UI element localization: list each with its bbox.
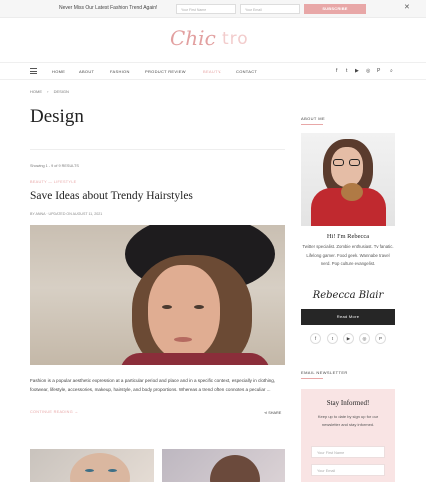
topbar-email-input[interactable]: Your Email bbox=[240, 4, 300, 14]
breadcrumb-home[interactable]: HOME bbox=[30, 89, 42, 94]
continue-reading-label: CONTINUE READING bbox=[30, 410, 73, 414]
topbar-first-name-input[interactable]: Your First Name bbox=[176, 4, 236, 14]
nav-item-product-review[interactable]: PRODUCT REVIEW bbox=[145, 69, 186, 74]
logo-text-tro: tro bbox=[222, 29, 249, 49]
continue-reading-link[interactable]: CONTINUE READING → bbox=[30, 410, 78, 414]
nav-item-fashion[interactable]: FASHION bbox=[110, 69, 130, 74]
breadcrumb: HOME › DESIGN bbox=[30, 89, 73, 94]
facebook-icon[interactable]: f bbox=[310, 333, 321, 344]
post-thumbnail[interactable] bbox=[162, 449, 285, 482]
post-featured-image[interactable] bbox=[30, 225, 285, 365]
results-count: Showing 1 - 9 of 9 RESULTS bbox=[30, 164, 79, 168]
twitter-icon[interactable]: t bbox=[346, 68, 347, 74]
share-button[interactable]: ⋖ SHARE bbox=[264, 410, 281, 415]
nav-item-contact[interactable]: CONTACT bbox=[236, 69, 257, 74]
breadcrumb-separator-icon: › bbox=[47, 89, 49, 94]
signature: Rebecca Blair bbox=[312, 290, 384, 301]
about-me-photo bbox=[301, 133, 395, 226]
title-divider bbox=[30, 149, 285, 150]
share-label: SHARE bbox=[268, 411, 282, 415]
youtube-icon[interactable]: ▶ bbox=[343, 333, 354, 344]
read-more-button[interactable]: Read More bbox=[301, 309, 395, 325]
about-me-heading: ABOUT ME bbox=[301, 116, 326, 121]
email-newsletter-heading: EMAIL NEWSLETTER bbox=[301, 370, 348, 375]
close-icon[interactable]: ✕ bbox=[404, 3, 410, 11]
newsletter-box: Stay Informed! Keep up to date by sign u… bbox=[301, 389, 395, 482]
about-bio: Twitter specialist. Zombie enthusiast. T… bbox=[302, 244, 394, 267]
topbar-message: Never Miss Our Latest Fashion Trend Agai… bbox=[59, 5, 158, 11]
logo-text-chic: Chic bbox=[170, 26, 216, 50]
about-greeting: Hi! I'm Rebecca bbox=[326, 233, 370, 240]
post-categories[interactable]: BEAUTY — LIFESTYLE bbox=[30, 180, 76, 184]
page-title: Design bbox=[30, 106, 84, 127]
post-meta: BY ANNA · UPDATED ON AUGUST 11, 2021 bbox=[30, 212, 103, 216]
search-icon[interactable]: ⌕ bbox=[390, 68, 393, 74]
newsletter-title: Stay Informed! bbox=[326, 399, 370, 407]
nav-item-about[interactable]: ABOUT bbox=[79, 69, 94, 74]
instagram-icon[interactable]: ◎ bbox=[359, 333, 370, 344]
chevron-down-icon: ⌄ bbox=[218, 69, 222, 74]
youtube-icon[interactable]: ▶ bbox=[355, 68, 359, 74]
topbar-subscribe-button[interactable]: SUBSCRIBE bbox=[304, 4, 366, 14]
heading-underline bbox=[301, 124, 323, 125]
newsletter-first-name-input[interactable]: Your First Name bbox=[311, 446, 385, 458]
heading-underline bbox=[301, 378, 323, 379]
facebook-icon[interactable]: f bbox=[336, 68, 337, 74]
nav-item-home[interactable]: HOME bbox=[52, 69, 65, 74]
hamburger-menu-icon[interactable] bbox=[30, 68, 37, 74]
post-thumbnail[interactable] bbox=[30, 449, 154, 482]
pinterest-icon[interactable]: P bbox=[375, 333, 386, 344]
post-excerpt: Fashion is a popular aesthetic expressio… bbox=[30, 378, 276, 392]
breadcrumb-current: DESIGN bbox=[53, 89, 69, 94]
instagram-icon[interactable]: ◎ bbox=[366, 68, 370, 74]
newsletter-email-input[interactable]: Your Email bbox=[311, 464, 385, 476]
site-logo[interactable]: Chic tro bbox=[170, 24, 260, 54]
newsletter-topbar: Never Miss Our Latest Fashion Trend Agai… bbox=[0, 0, 426, 18]
newsletter-description: Keep up to date by sign up for our newsl… bbox=[317, 414, 379, 427]
twitter-icon[interactable]: t bbox=[327, 333, 338, 344]
share-icon: ⋖ bbox=[264, 411, 268, 415]
arrow-right-icon: → bbox=[74, 410, 79, 414]
post-title[interactable]: Save Ideas about Trendy Hairstyles bbox=[30, 190, 193, 202]
pinterest-icon[interactable]: P bbox=[377, 68, 380, 74]
main-nav: HOME ABOUT FASHION PRODUCT REVIEW BEAUTY… bbox=[0, 62, 426, 80]
